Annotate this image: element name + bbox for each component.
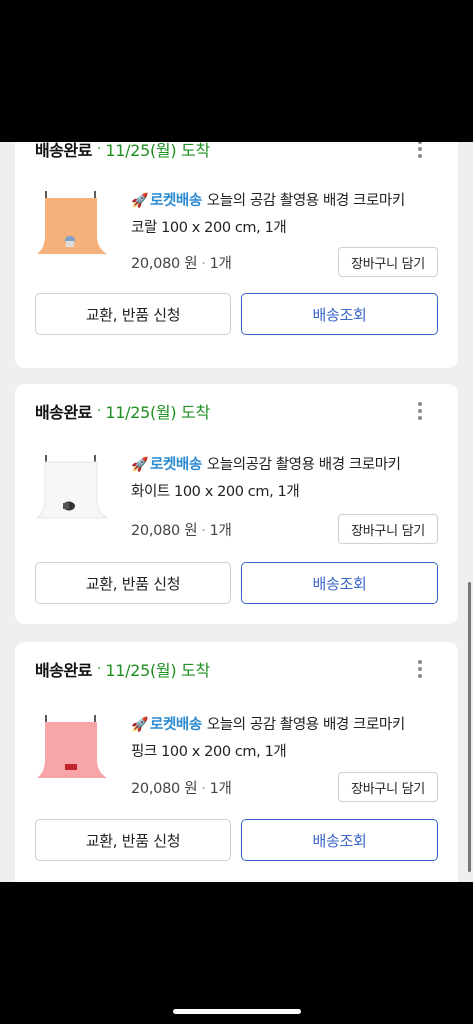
product-name-line1: 오늘의 공감 촬영용 배경 크로마키 xyxy=(206,193,405,209)
product-name-line1: 오늘의공감 촬영용 배경 크로마키 xyxy=(206,457,401,473)
track-delivery-button[interactable]: 배송조회 xyxy=(241,819,438,861)
product-thumbnail[interactable] xyxy=(35,188,109,260)
more-options-icon[interactable] xyxy=(412,656,428,682)
separator-dot: · xyxy=(96,142,102,157)
separator-dot: · xyxy=(96,661,102,677)
separator-dot: · xyxy=(96,403,102,419)
price: 20,080 원 xyxy=(131,781,198,797)
order-header: 배송완료 · 11/25(월) 도착 xyxy=(35,398,210,424)
price: 20,080 원 xyxy=(131,256,198,272)
add-to-cart-button[interactable]: 장바구니 담기 xyxy=(338,247,438,277)
product-name-line2: 코랄 100 x 200 cm, 1개 xyxy=(131,220,287,236)
add-to-cart-button[interactable]: 장바구니 담기 xyxy=(338,514,438,544)
arrival-date: 11/25(월) 도착 xyxy=(105,661,210,680)
product-name-line2: 화이트 100 x 200 cm, 1개 xyxy=(131,484,300,500)
product-thumbnail[interactable] xyxy=(35,452,109,524)
price-line: 20,080 원 · 1개 xyxy=(131,252,232,273)
order-card: 배송완료 · 11/25(월) 도착 🚀 로켓배송 오늘의공감 촬영용 배경 크로마… xyxy=(15,384,458,624)
product-title[interactable]: 🚀 로켓배송 오늘의 공감 촬영용 배경 크로마키 코랄 100 x 200 cm,… xyxy=(131,188,441,242)
rocket-icon: 🚀 xyxy=(131,193,149,209)
arrival-date: 11/25(월) 도착 xyxy=(105,403,210,422)
track-delivery-button[interactable]: 배송조회 xyxy=(241,293,438,335)
separator-dot: · xyxy=(201,256,206,272)
more-options-icon[interactable] xyxy=(412,142,428,162)
rocket-icon: 🚀 xyxy=(131,457,149,473)
delivery-status: 배송완료 xyxy=(35,403,92,422)
add-to-cart-button[interactable]: 장바구니 담기 xyxy=(338,772,438,802)
quantity: 1개 xyxy=(209,256,232,272)
delivery-status: 배송완료 xyxy=(35,142,92,160)
exchange-return-button[interactable]: 교환, 반품 신청 xyxy=(35,293,231,335)
order-header: 배송완료 · 11/25(월) 도착 xyxy=(35,142,210,162)
exchange-return-button[interactable]: 교환, 반품 신청 xyxy=(35,562,231,604)
arrival-date: 11/25(월) 도착 xyxy=(105,142,210,160)
separator-dot: · xyxy=(201,523,206,539)
rocket-icon: 🚀 xyxy=(131,717,149,733)
home-indicator[interactable] xyxy=(173,1009,301,1014)
product-name-line1: 오늘의 공감 촬영용 배경 크로마키 xyxy=(206,717,405,733)
product-title[interactable]: 🚀 로켓배송 오늘의공감 촬영용 배경 크로마키 화이트 100 x 200 cm,… xyxy=(131,452,441,506)
order-header: 배송완료 · 11/25(월) 도착 xyxy=(35,656,210,682)
product-name-line2: 핑크 100 x 200 cm, 1개 xyxy=(131,744,287,760)
product-title[interactable]: 🚀 로켓배송 오늘의 공감 촬영용 배경 크로마키 핑크 100 x 200 cm,… xyxy=(131,712,441,766)
quantity: 1개 xyxy=(209,781,232,797)
exchange-return-button[interactable]: 교환, 반품 신청 xyxy=(35,819,231,861)
scrollbar[interactable] xyxy=(468,582,471,872)
price-line: 20,080 원 · 1개 xyxy=(131,777,232,798)
quantity: 1개 xyxy=(209,523,232,539)
more-options-icon[interactable] xyxy=(412,398,428,424)
track-delivery-button[interactable]: 배송조회 xyxy=(241,562,438,604)
rocket-delivery-badge: 로켓배송 xyxy=(150,193,202,209)
order-list-screen: 배송완료 · 11/25(월) 도착 🚀 로켓배송 오늘의 공감 촬영용 배경 크로… xyxy=(0,142,473,882)
rocket-delivery-badge: 로켓배송 xyxy=(150,457,202,473)
delivery-status: 배송완료 xyxy=(35,661,92,680)
product-thumbnail[interactable] xyxy=(35,712,109,784)
order-card: 배송완료 · 11/25(월) 도착 🚀 로켓배송 오늘의 공감 촬영용 배경 크로… xyxy=(15,642,458,882)
price-line: 20,080 원 · 1개 xyxy=(131,519,232,540)
price: 20,080 원 xyxy=(131,523,198,539)
order-card: 배송완료 · 11/25(월) 도착 🚀 로켓배송 오늘의 공감 촬영용 배경 크로… xyxy=(15,142,458,368)
rocket-delivery-badge: 로켓배송 xyxy=(150,717,202,733)
separator-dot: · xyxy=(201,781,206,797)
